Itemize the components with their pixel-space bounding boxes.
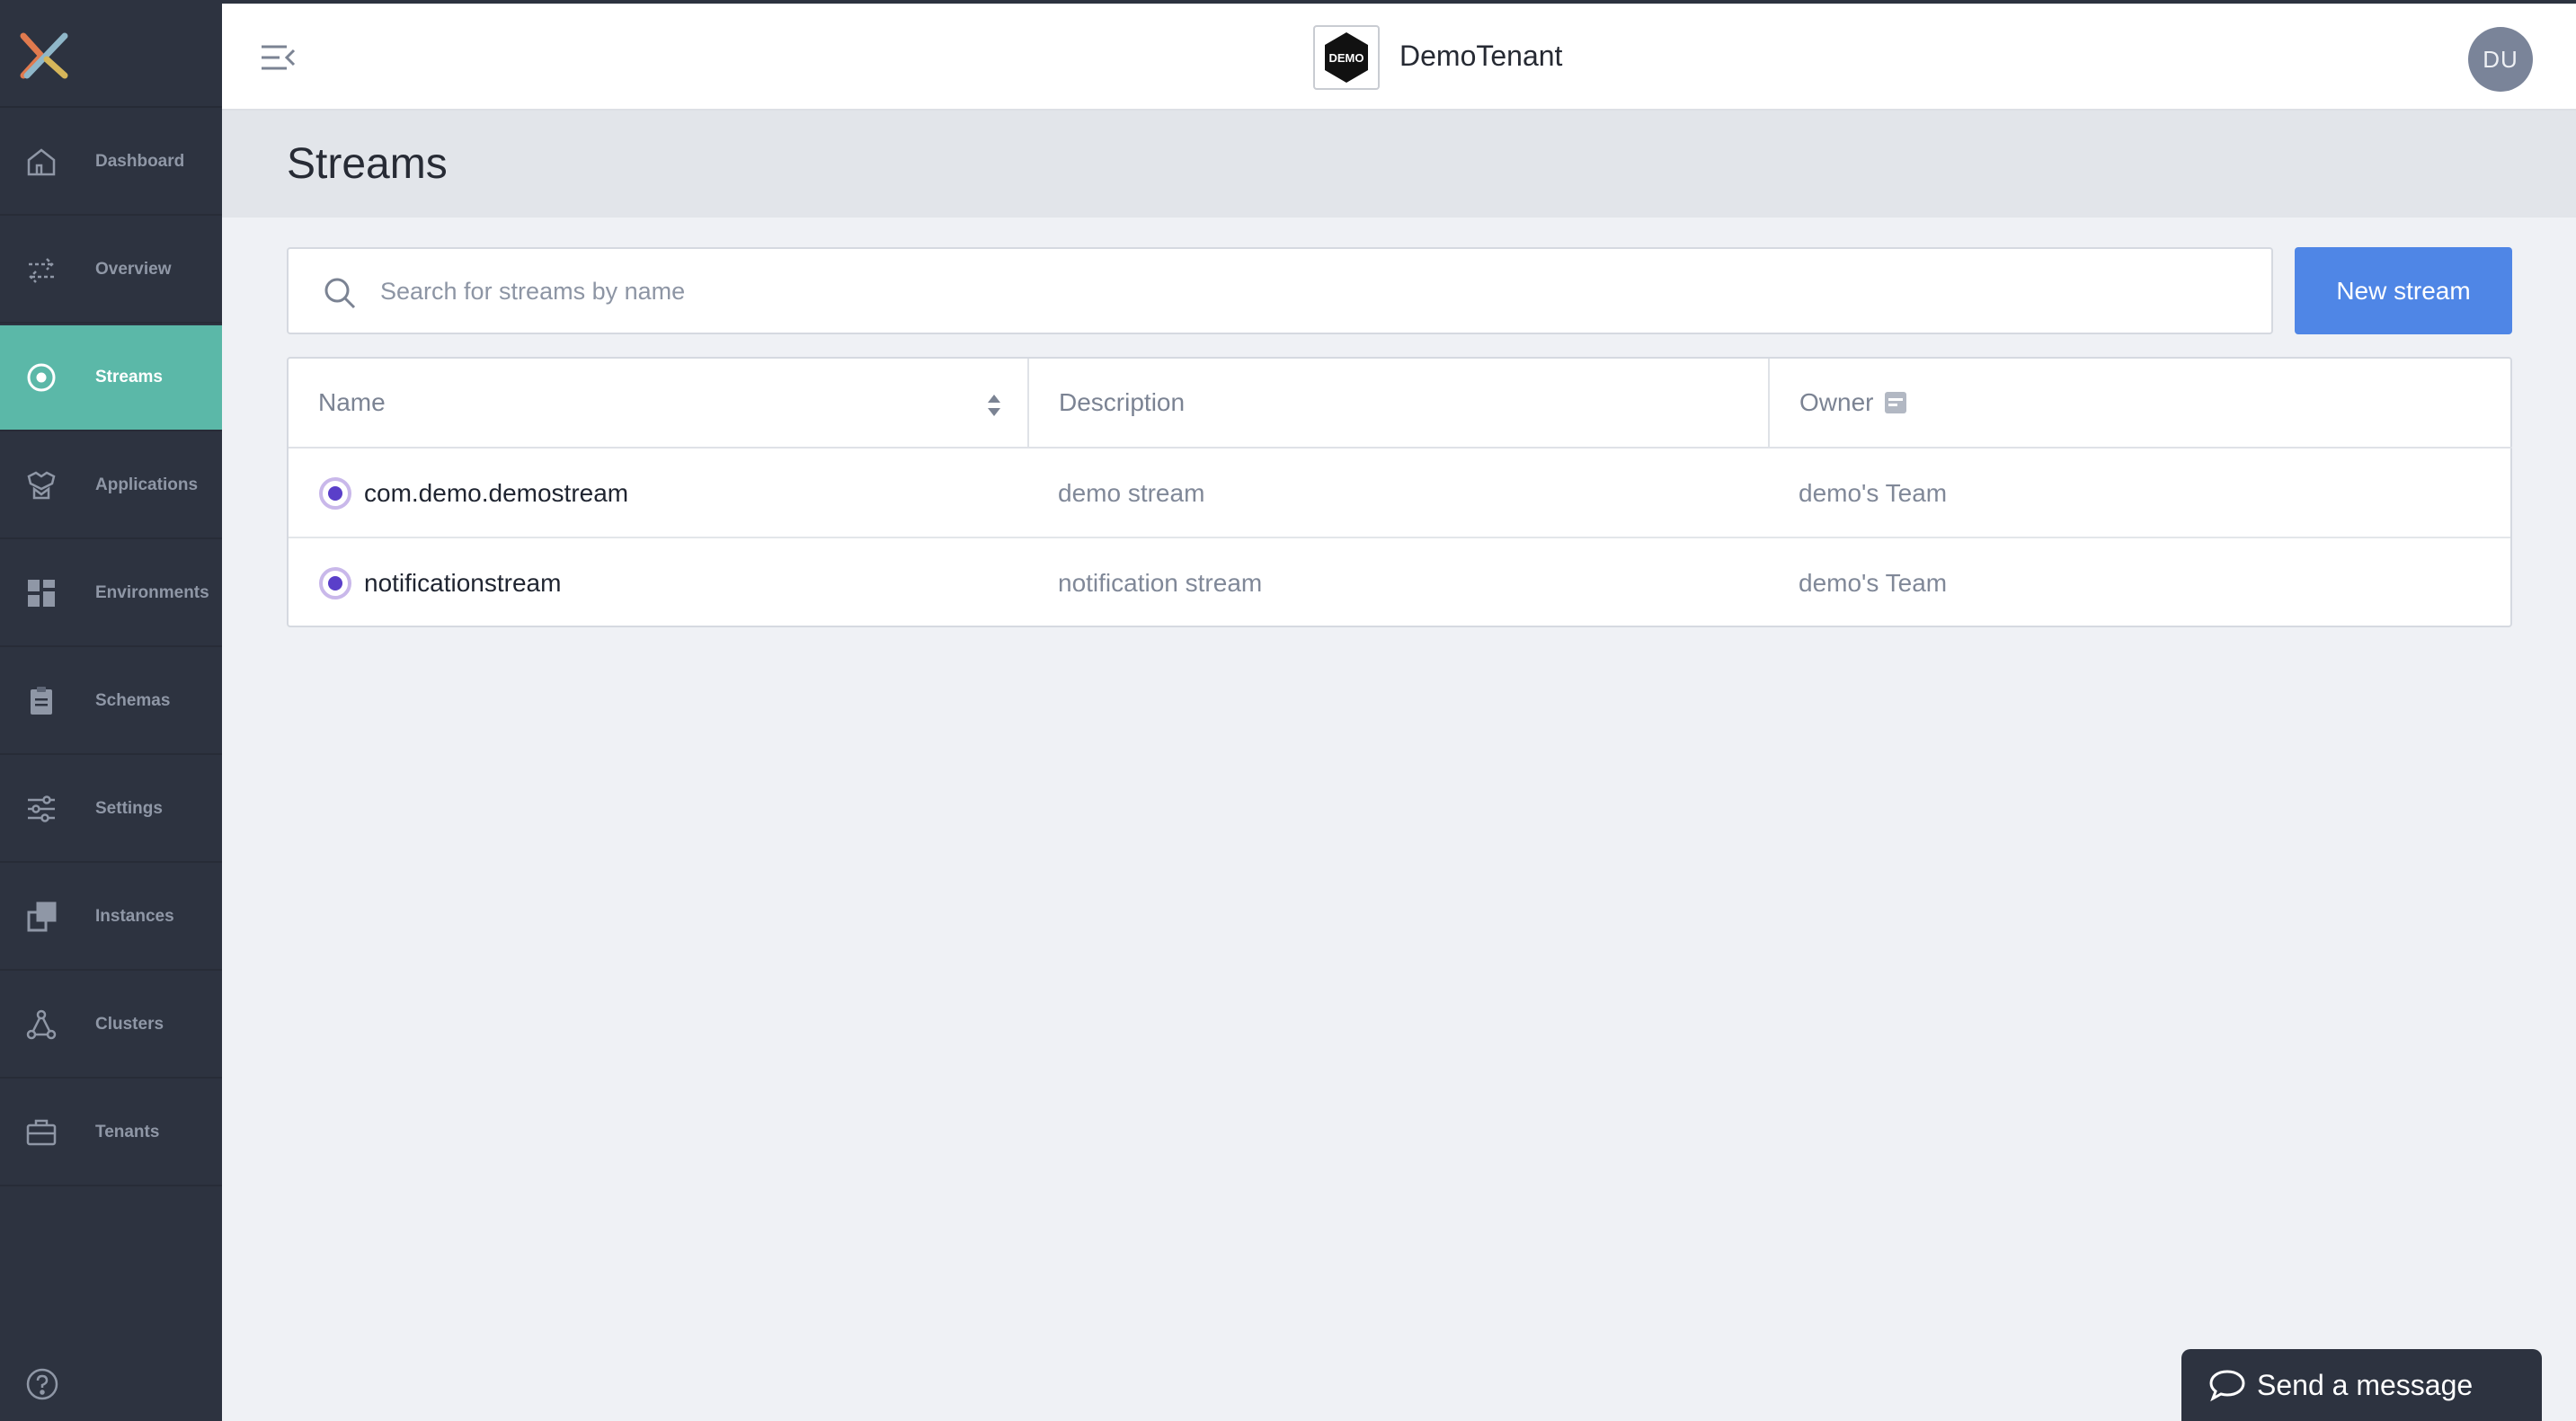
sidebar-item-label: Environments xyxy=(95,583,209,602)
stream-icon xyxy=(319,477,351,510)
column-header-description: Description xyxy=(1029,359,1770,449)
stream-name: com.demo.demostream xyxy=(364,479,629,507)
stream-name-cell[interactable]: com.demo.demostream xyxy=(319,449,628,538)
stream-owner: demo's Team xyxy=(1799,569,1948,597)
search-box xyxy=(287,247,2273,334)
sidebar-item-label: Clusters xyxy=(95,1015,164,1034)
column-header-name[interactable]: Name xyxy=(289,359,1029,449)
applications-icon xyxy=(23,467,59,503)
briefcase-icon xyxy=(23,1115,59,1150)
tenant-logo: DEMO xyxy=(1313,25,1380,90)
stream-name: notificationstream xyxy=(364,569,562,597)
help-icon[interactable] xyxy=(25,1367,59,1401)
sidebar-item-applications[interactable]: Applications xyxy=(0,433,222,539)
stream-description: notification stream xyxy=(1058,569,1263,597)
stream-name-cell[interactable]: notificationstream xyxy=(319,538,561,628)
search-icon xyxy=(324,278,356,309)
new-stream-button[interactable]: New stream xyxy=(2295,247,2512,334)
collapse-menu-icon[interactable] xyxy=(260,43,296,72)
sidebar-item-label: Streams xyxy=(95,368,163,386)
grid-icon xyxy=(23,575,59,611)
table-row[interactable]: notificationstream notification stream d… xyxy=(289,538,2510,628)
avatar[interactable]: DU xyxy=(2468,27,2533,92)
sidebar-item-schemas[interactable]: Schemas xyxy=(0,649,222,755)
sliders-icon xyxy=(23,791,59,827)
arrows-icon xyxy=(23,252,59,288)
sidebar-item-streams[interactable]: Streams xyxy=(0,325,222,431)
instances-icon xyxy=(23,899,59,935)
chat-label: Send a message xyxy=(2257,1368,2474,1401)
clipboard-icon xyxy=(23,683,59,719)
app-logo-icon xyxy=(20,32,68,79)
home-icon xyxy=(23,144,59,180)
filter-icon[interactable] xyxy=(1884,391,1907,414)
top-bar: DEMO DemoTenant DU xyxy=(222,0,2576,111)
target-icon xyxy=(23,360,59,395)
chat-bubble-icon xyxy=(2209,1370,2245,1402)
streams-table: Name Description Owner com.demo.demostre… xyxy=(287,357,2512,627)
sidebar-item-label: Overview xyxy=(95,260,172,279)
sidebar-item-instances[interactable]: Instances xyxy=(0,865,222,971)
column-header-label: Name xyxy=(318,388,386,416)
sidebar-item-dashboard[interactable]: Dashboard xyxy=(0,110,222,216)
sidebar-item-label: Instances xyxy=(95,907,174,926)
column-header-owner: Owner xyxy=(1770,359,2512,449)
cluster-icon xyxy=(23,1007,59,1043)
sidebar: Dashboard Overview Streams Applications … xyxy=(0,0,222,1421)
column-header-label: Description xyxy=(1059,388,1186,416)
sidebar-item-tenants[interactable]: Tenants xyxy=(0,1080,222,1186)
page-header: Streams xyxy=(222,111,2576,218)
page-title: Streams xyxy=(287,140,448,188)
tenant-logo-text: DEMO xyxy=(1329,51,1364,65)
sidebar-item-label: Schemas xyxy=(95,691,171,710)
sidebar-item-settings[interactable]: Settings xyxy=(0,757,222,863)
sidebar-item-overview[interactable]: Overview xyxy=(0,218,222,324)
tenant-name: DemoTenant xyxy=(1399,40,1563,72)
table-row[interactable]: com.demo.demostream demo stream demo's T… xyxy=(289,449,2510,538)
app-logo[interactable] xyxy=(0,0,222,108)
sidebar-item-label: Dashboard xyxy=(95,152,185,171)
sidebar-item-environments[interactable]: Environments xyxy=(0,541,222,647)
sidebar-item-label: Applications xyxy=(95,475,199,494)
stream-icon xyxy=(319,567,351,599)
sidebar-item-clusters[interactable]: Clusters xyxy=(0,972,222,1079)
column-header-label: Owner xyxy=(1799,388,1874,416)
stream-owner: demo's Team xyxy=(1799,479,1948,507)
stream-description: demo stream xyxy=(1058,479,1205,507)
sidebar-item-label: Tenants xyxy=(95,1123,160,1141)
send-message-button[interactable]: Send a message xyxy=(2181,1349,2542,1421)
search-input[interactable] xyxy=(380,267,2250,315)
sort-icon[interactable] xyxy=(986,393,1002,418)
sidebar-item-label: Settings xyxy=(95,799,163,818)
